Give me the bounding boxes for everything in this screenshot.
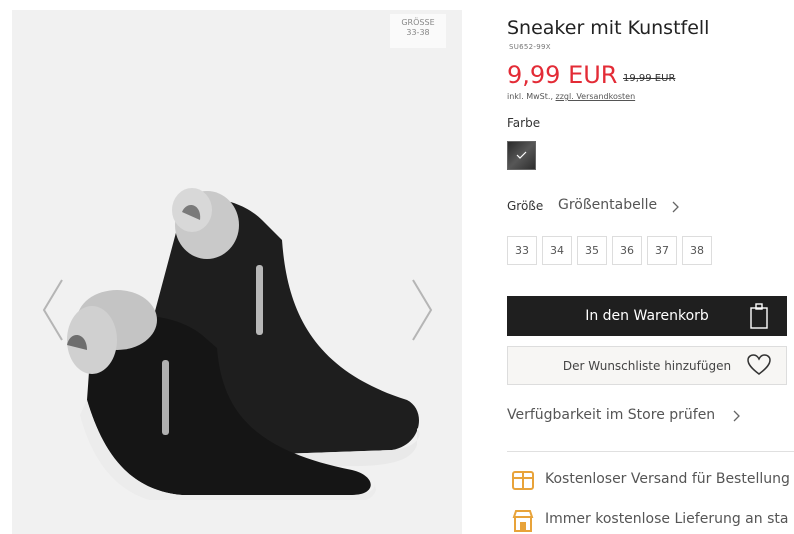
size-option-36[interactable]: 36 (612, 236, 642, 265)
size-badge-range: 33-38 (406, 28, 430, 37)
size-chart-link[interactable]: Größentabelle (558, 197, 657, 213)
store-availability-link[interactable]: Verfügbarkeit im Store prüfen (507, 407, 715, 423)
package-icon (512, 471, 534, 490)
add-to-cart-label: In den Warenkorb (585, 308, 709, 324)
benefit-text: Kostenloser Versand für Bestellung (545, 471, 790, 487)
size-badge-label: GRÖSSE (401, 18, 435, 27)
wishlist-label: Der Wunschliste hinzufügen (562, 358, 732, 373)
size-range-badge: GRÖSSE 33-38 (390, 14, 446, 48)
shopping-bag-icon (750, 303, 768, 329)
product-price: 9,99 EUR (507, 61, 618, 89)
check-icon (516, 151, 527, 159)
product-sku: SU652-99X (509, 43, 551, 51)
size-option-37[interactable]: 37 (647, 236, 677, 265)
product-gallery: GRÖSSE 33-38 (12, 10, 462, 534)
gallery-prev-button[interactable] (40, 278, 66, 342)
add-to-wishlist-button[interactable]: Der Wunschliste hinzufügen (507, 346, 787, 385)
chevron-right-icon (412, 279, 433, 341)
tax-text: inkl. MwSt., (507, 92, 553, 101)
size-option-38[interactable]: 38 (682, 236, 712, 265)
chevron-left-icon (42, 279, 63, 341)
size-option-34[interactable]: 34 (542, 236, 572, 265)
product-old-price: 19,99 EUR (623, 73, 676, 84)
tax-info: inkl. MwSt., zzgl. Versandkosten (507, 92, 635, 101)
color-swatch-black[interactable] (507, 141, 536, 170)
divider (507, 451, 794, 452)
product-title: Sneaker mit Kunstfell (507, 17, 710, 39)
gallery-next-button[interactable] (409, 278, 435, 342)
size-option-33[interactable]: 33 (507, 236, 537, 265)
product-image (67, 188, 420, 500)
size-options: 33 34 35 36 37 38 (507, 236, 712, 265)
store-icon (512, 510, 534, 532)
shipping-costs-link[interactable]: zzgl. Versandkosten (556, 92, 636, 101)
size-option-35[interactable]: 35 (577, 236, 607, 265)
color-label: Farbe (507, 116, 541, 130)
size-label: Größe (507, 199, 544, 213)
benefit-text: Immer kostenlose Lieferung an sta (545, 511, 789, 527)
chevron-right-icon (733, 410, 740, 422)
chevron-right-icon (672, 201, 679, 213)
add-to-cart-button[interactable]: In den Warenkorb (507, 296, 787, 336)
heart-icon (747, 354, 771, 375)
